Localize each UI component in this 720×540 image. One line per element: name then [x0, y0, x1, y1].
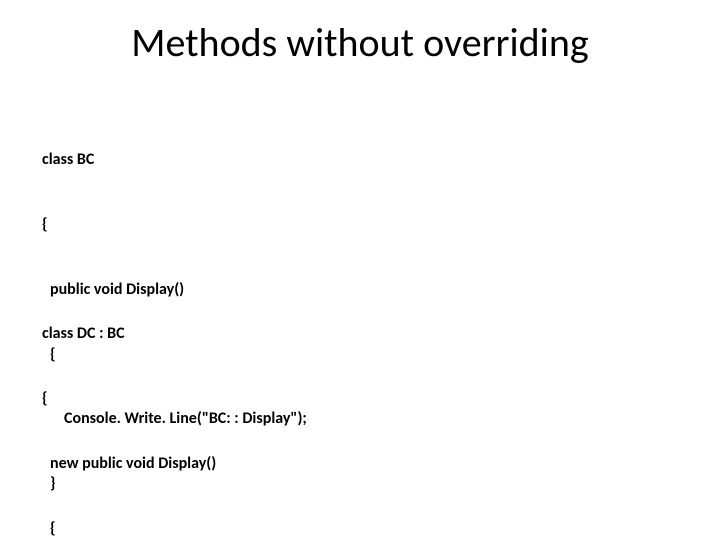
- code-line: {: [42, 388, 308, 410]
- slide: Methods without overriding class BC { pu…: [0, 0, 720, 540]
- slide-title: Methods without overriding: [0, 18, 720, 67]
- code-line: {: [42, 518, 308, 540]
- code-line: new public void Display(): [42, 453, 308, 475]
- code-line: class BC: [42, 149, 307, 171]
- code-block-dc: class DC : BC { new public void Display(…: [42, 280, 308, 540]
- code-line: {: [42, 214, 307, 236]
- code-line: class DC : BC: [42, 323, 308, 345]
